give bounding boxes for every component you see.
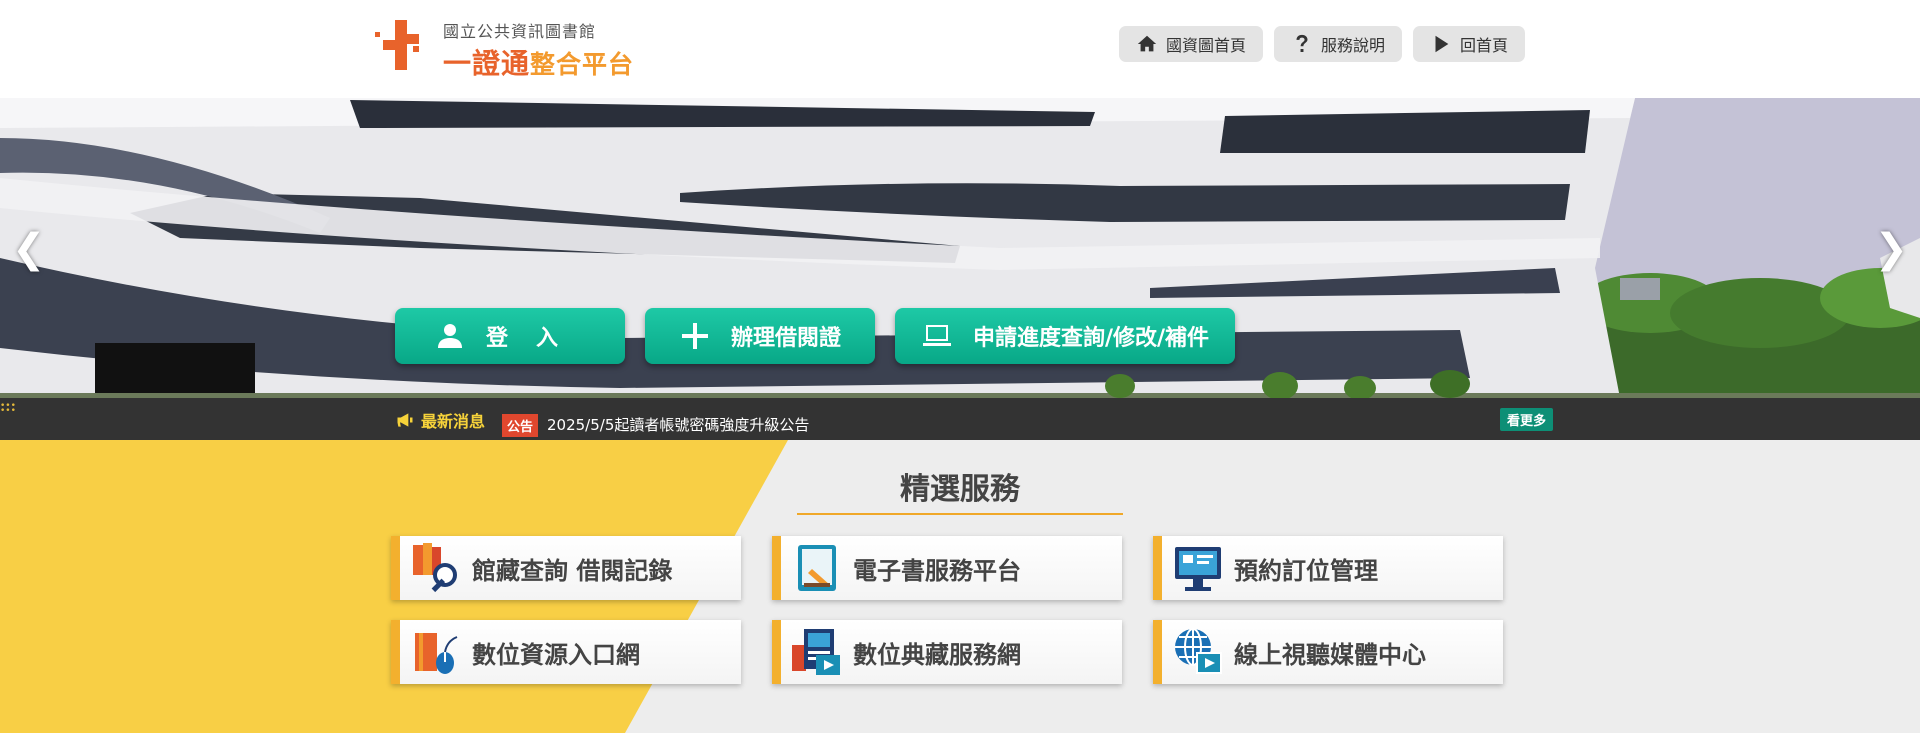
news-more-button[interactable]: 看更多 [1500,408,1554,431]
ebook-tablet-icon [798,545,836,591]
service-card-ebook-platform-label: 電子書服務平台 [853,556,1021,585]
books-search-icon [413,543,457,593]
logo-title: 一證通整合平台 [443,42,634,82]
globe-video-icon [1175,628,1222,674]
nav-service-info-button[interactable]: 服務說明 [1273,26,1402,62]
service-card-online-media-center[interactable]: 線上視聽媒體中心 [1153,620,1503,684]
home-icon [1137,35,1157,52]
banner-action-row: 登入 辦理借閱證 申請進度查詢/修改/補件 [395,308,1235,364]
logo-title-accent: 整合平台 [530,50,635,79]
service-card-catalog-search[interactable]: 館藏查詢 借閱記錄 [391,536,741,600]
service-card-digital-archive-label: 數位典藏服務網 [853,640,1021,669]
service-card-digital-resources[interactable]: 數位資源入口網 [391,620,741,684]
logo-subtitle: 國立公共資訊圖書館 [443,22,597,41]
news-bar-dots-decoration: ••• ••• [0,401,16,416]
megaphone-icon [397,413,413,427]
digital-archive-icon [792,629,840,675]
service-card-ebook-platform[interactable]: 電子書服務平台 [772,536,1122,600]
site-logo[interactable]: 國立公共資訊圖書館 一證通整合平台 [373,16,673,80]
book-mouse-icon [415,633,458,674]
logo-mark-icon [375,20,419,70]
service-card-reservation-management[interactable]: 預約訂位管理 [1153,536,1503,600]
play-icon [1435,35,1449,53]
apply-library-card-label: 辦理借閱證 [730,326,841,351]
nav-back-home-label: 回首頁 [1459,36,1508,55]
user-icon [437,324,462,348]
news-heading: 最新消息 [395,408,485,432]
nav-ntl-home-label: 國資圖首頁 [1165,36,1246,55]
service-card-reservation-management-label: 預約訂位管理 [1234,556,1378,585]
login-button-label: 登入 [485,326,586,351]
nav-ntl-home-button[interactable]: 國資圖首頁 [1118,26,1263,62]
service-card-digital-resources-label: 數位資源入口網 [472,640,640,669]
news-announcement-tag: 公告 [502,414,539,437]
nav-back-home-button[interactable]: 回首頁 [1412,26,1525,62]
news-bar: ••• ••• 最新消息 公告 2025/5/5起讀者帳號密碼強度升級公告 看更多 [0,398,1920,440]
featured-services-underline [797,513,1123,515]
logo-title-main: 一證通 [443,47,531,80]
service-card-online-media-center-label: 線上視聽媒體中心 [1234,640,1426,669]
news-heading-label: 最新消息 [421,412,486,431]
header: 國立公共資訊圖書館 一證通整合平台 國資圖首頁 服務說明 回首頁 [0,0,1920,98]
banner-prev-arrow[interactable]: ❮ [12,226,46,272]
login-button[interactable]: 登入 [395,308,625,364]
nav-service-info-label: 服務說明 [1320,36,1385,55]
service-card-digital-archive[interactable]: 數位典藏服務網 [772,620,1122,684]
featured-services-section: 精選服務 館藏查詢 借閱記錄 電子書服務平台 預約訂位管理 數位資源入口網 數位… [0,440,1920,733]
top-nav: 國資圖首頁 服務說明 回首頁 [1118,26,1525,62]
application-progress-label: 申請進度查詢/修改/補件 [972,326,1210,351]
banner-next-arrow[interactable]: ❯ [1874,226,1908,272]
plus-icon [681,323,708,349]
application-progress-button[interactable]: 申請進度查詢/修改/補件 [895,308,1235,364]
service-card-catalog-search-label: 館藏查詢 借閱記錄 [472,556,673,585]
hero-banner: ❮ ❯ 登入 辦理借閱證 申請進度查詢/修改/補件 [0,98,1920,398]
apply-library-card-button[interactable]: 辦理借閱證 [645,308,875,364]
monitor-booking-icon [1175,547,1221,591]
news-item-link[interactable]: 2025/5/5起讀者帳號密碼強度升級公告 [547,414,809,435]
question-icon [1296,34,1308,52]
featured-services-title: 精選服務 [900,472,1020,507]
laptop-icon [922,325,951,346]
